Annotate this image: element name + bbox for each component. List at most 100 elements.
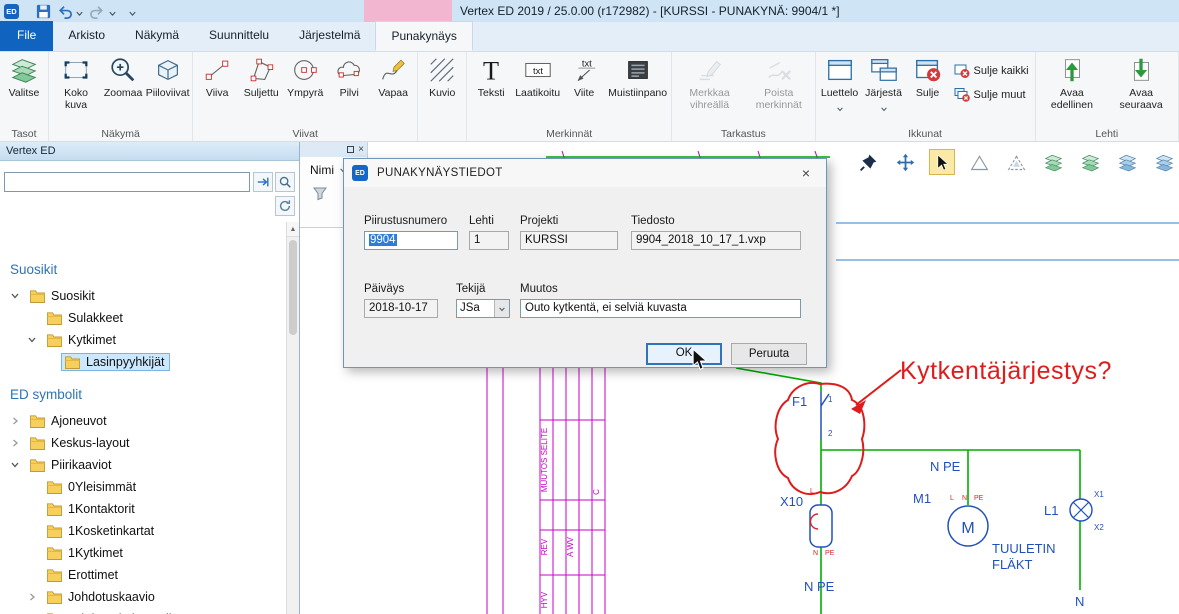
tab-jarjestelma[interactable]: Järjestelmä <box>284 21 375 51</box>
layers-tool-3-icon[interactable] <box>1114 149 1140 175</box>
cancel-button[interactable]: Peruuta <box>731 343 807 365</box>
triangle-tool-icon[interactable] <box>966 149 992 175</box>
tab-file[interactable]: File <box>0 21 53 51</box>
hatched-triangle-tool-icon[interactable] <box>1003 149 1029 175</box>
panel-close-button[interactable]: × <box>358 145 364 155</box>
ribbon-button-luettelo[interactable]: Luettelo <box>818 53 862 127</box>
search-go-button[interactable] <box>253 172 273 192</box>
tree-item-piirikaaviot[interactable]: Piirikaaviot <box>0 454 286 476</box>
app-logo-icon: ED <box>4 4 19 19</box>
ok-button[interactable]: OK <box>646 343 722 365</box>
tree-item-1kytkimet[interactable]: 1Kytkimet <box>0 542 286 564</box>
scrollbar-thumb[interactable] <box>289 240 297 335</box>
redo-dropdown-icon[interactable] <box>108 9 117 18</box>
ribbon-button-sulje[interactable]: Sulje <box>906 53 950 127</box>
ribbon-button-pilvi[interactable]: Pilvi <box>327 53 371 127</box>
ribbon-button-teksti[interactable]: TTeksti <box>469 53 513 127</box>
ribbon-button-vapaa[interactable]: Vapaa <box>371 53 415 127</box>
ribbon-button-laatikoitu[interactable]: txtLaatikoitu <box>513 53 562 127</box>
undo-icon[interactable] <box>56 3 73 20</box>
tree-item-kytkimet[interactable]: Kytkimet <box>0 329 286 351</box>
filter-icon[interactable] <box>312 185 328 201</box>
redline-cloud <box>775 383 864 494</box>
chevron-right-icon[interactable] <box>10 416 24 426</box>
ribbon-button-piiloviivat[interactable]: Piiloviivat <box>145 53 190 127</box>
tree-item-sulakkeet[interactable]: Sulakkeet <box>0 307 286 329</box>
layers-tool-icon[interactable] <box>1040 149 1066 175</box>
tree-item-erottimet[interactable]: Erottimet <box>0 564 286 586</box>
ribbon-button-sulje-kaikki[interactable]: Sulje kaikki <box>954 63 1029 79</box>
ribbon-button-label: Viiva <box>206 87 229 99</box>
tree-item-lasinpyyhkijat[interactable]: Lasinpyyhkijät <box>0 351 286 373</box>
undo-dropdown-icon[interactable] <box>75 9 84 18</box>
dialog-close-icon[interactable]: × <box>794 165 818 181</box>
select-cursor-icon[interactable] <box>929 149 955 175</box>
ribbon-button-valitse[interactable]: Valitse <box>2 53 46 127</box>
tree-item-suosikit[interactable]: Suosikit <box>0 285 286 307</box>
ribbon-button-kuvio[interactable]: Kuvio <box>420 53 464 127</box>
fuse-pin-1: 1 <box>828 395 833 404</box>
sidebar-scrollbar[interactable]: ▲ <box>286 222 299 614</box>
tree-item-keskus-layout[interactable]: Keskus-layout <box>0 432 286 454</box>
scroll-up-arrow[interactable]: ▲ <box>287 222 299 237</box>
ribbon-button-label: Viite <box>574 87 594 99</box>
paivays-field[interactable]: 2018-10-17 <box>364 299 438 318</box>
refresh-button[interactable] <box>275 196 295 216</box>
dialog-titlebar[interactable]: ED PUNAKYNÄYSTIEDOT × <box>344 159 826 187</box>
ribbon-button-viiva[interactable]: Viiva <box>195 53 239 127</box>
piirustusnumero-field[interactable]: 9904 <box>364 231 458 250</box>
tekija-combo[interactable]: JSa <box>456 299 510 318</box>
connector-contact <box>811 514 818 529</box>
ribbon-button-viite[interactable]: txtViite <box>562 53 606 127</box>
tree-item-ajoneuvot[interactable]: Ajoneuvot <box>0 410 286 432</box>
chevron-right-icon[interactable] <box>27 592 41 602</box>
chevron-down-icon[interactable] <box>494 300 509 317</box>
tree-item-label: Keskus-layout <box>51 436 130 450</box>
layers-tool-4-icon[interactable] <box>1151 149 1177 175</box>
fuse-pin-2: 2 <box>828 429 833 438</box>
ribbon-button-zoomaa[interactable]: Zoomaa <box>101 53 145 127</box>
folder-icon <box>46 333 63 347</box>
window-title: Vertex ED 2019 / 25.0.00 (r172982) - [KU… <box>460 0 840 22</box>
ribbon-button-label: Kuvio <box>429 87 455 99</box>
tree-item-0yleisimmat[interactable]: 0Yleisimmät <box>0 476 286 498</box>
ribbon-button-ympyra[interactable]: Ympyrä <box>283 53 327 127</box>
tab-suunnittelu[interactable]: Suunnittelu <box>194 21 284 51</box>
ribbon-button-jarjesta[interactable]: Järjestä <box>862 53 906 127</box>
chevron-down-icon[interactable] <box>10 460 24 470</box>
quick-access-customize-icon[interactable] <box>128 9 137 18</box>
pan-icon[interactable] <box>892 149 918 175</box>
ribbon-button-avaa-seuraava[interactable]: Avaa seuraava <box>1106 53 1176 127</box>
ribbon-button-koko-kuva[interactable]: Koko kuva <box>51 53 101 127</box>
chevron-down-icon[interactable] <box>27 335 41 345</box>
ribbon-group-ikkunat: LuetteloJärjestäSuljeSulje kaikki Sulje m… <box>816 52 1036 141</box>
search-icon[interactable] <box>275 172 295 192</box>
removemark-icon <box>764 55 794 85</box>
ribbon-button-avaa-edellinen[interactable]: Avaa edellinen <box>1038 53 1107 127</box>
label-piirustusnumero: Piirustusnumero <box>364 215 447 227</box>
layers-tool-2-icon[interactable] <box>1077 149 1103 175</box>
tree-item-johdotuskaavio[interactable]: Johdotuskaavio <box>0 586 286 608</box>
markgreen-icon <box>695 55 725 85</box>
tab-punakynays[interactable]: Punakynäys <box>375 21 472 51</box>
projekti-field[interactable]: KURSSI <box>520 231 618 250</box>
ribbon-button-sulje-muut[interactable]: Sulje muut <box>954 87 1029 103</box>
chevron-down-icon[interactable] <box>10 291 24 301</box>
ribbon-button-muistiinpano[interactable]: Muistiinpano <box>606 53 669 127</box>
panel-maximize-button[interactable] <box>347 146 354 153</box>
pin-icon[interactable] <box>855 149 881 175</box>
freehand-icon <box>378 55 408 85</box>
chevron-right-icon[interactable] <box>10 438 24 448</box>
ribbon-button-suljettu[interactable]: Suljettu <box>239 53 283 127</box>
save-icon[interactable] <box>35 3 52 20</box>
search-input[interactable] <box>4 172 250 192</box>
tab-nakyma[interactable]: Näkymä <box>120 21 194 51</box>
muutos-field[interactable]: Outo kytkentä, ei selviä kuvasta <box>520 299 801 318</box>
lehti-field[interactable]: 1 <box>469 231 509 250</box>
tree-item-1kontaktorit[interactable]: 1Kontaktorit <box>0 498 286 520</box>
tiedosto-field[interactable]: 9904_2018_10_17_1.vxp <box>631 231 801 250</box>
tree-item-1kosketinkartat[interactable]: 1Kosketinkartat <box>0 520 286 542</box>
chevron-spacer <box>27 548 41 558</box>
tree-item-johtimet-ja-kaapelit[interactable]: Johtimet ja kaapelit <box>0 608 286 614</box>
tab-arkisto[interactable]: Arkisto <box>53 21 120 51</box>
